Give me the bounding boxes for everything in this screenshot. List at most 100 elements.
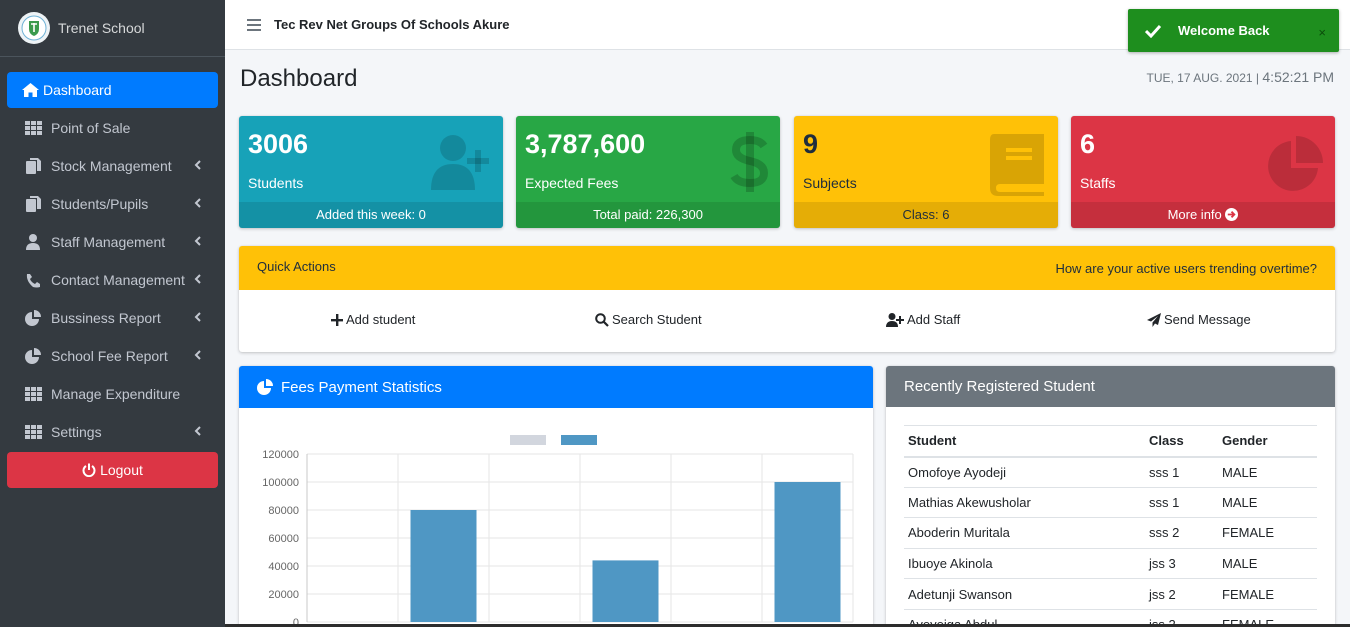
add-student-button[interactable]: Add student (331, 312, 415, 327)
bar (592, 560, 659, 622)
sidebar-item-contact-management[interactable]: Contact Management (7, 262, 218, 298)
chevron-left-icon (194, 160, 201, 170)
column-header-gender[interactable]: Gender (1218, 425, 1317, 458)
bar (774, 482, 841, 622)
subjects-stat-box: 9 Subjects Class: 6 (794, 116, 1058, 228)
sidebar-item-label: Staff Management (51, 234, 166, 250)
chevron-left-icon (194, 426, 201, 436)
sidebar-nav: Dashboard Point of Sale Stock Management… (0, 57, 225, 488)
logout-button[interactable]: Logout (7, 452, 218, 488)
sidebar-item-students[interactable]: Students/Pupils (7, 186, 218, 222)
add-staff-button[interactable]: Add Staff (886, 312, 960, 327)
student-name: Aboderin Muritala (904, 517, 1145, 549)
sidebar-item-label: Stock Management (51, 158, 172, 174)
column-header-student[interactable]: Student (904, 425, 1145, 458)
table-row[interactable]: Mathias Akewusholar sss 1 MALE (904, 487, 1317, 519)
home-icon (21, 82, 39, 98)
chevron-left-icon (194, 274, 201, 284)
school-logo-icon (18, 12, 50, 44)
y-tick-label: 120000 (262, 449, 299, 461)
fees-card-header: Fees Payment Statistics (239, 366, 873, 408)
add-student-label: Add student (346, 312, 416, 327)
student-name: Mathias Akewusholar (904, 487, 1145, 519)
chevron-left-icon (194, 236, 201, 246)
staffs-label: Staffs (1080, 175, 1116, 191)
y-tick-label: 40000 (268, 561, 299, 573)
fees-card-title: Fees Payment Statistics (281, 378, 442, 396)
student-class: sss 1 (1145, 456, 1218, 488)
table-row[interactable]: Omofoye Ayodeji sss 1 MALE (904, 456, 1317, 488)
y-tick-label: 80000 (268, 505, 299, 517)
sidebar-item-label: Dashboard (43, 82, 112, 98)
students-label: Students (248, 175, 304, 191)
column-header-class[interactable]: Class (1145, 425, 1218, 458)
table-row[interactable]: Ibuoye Akinola jss 3 MALE (904, 548, 1317, 580)
book-icon (988, 134, 1044, 201)
sidebar-item-manage-expenditure[interactable]: Manage Expenditure (7, 376, 218, 412)
fees-stat-box: 3,787,600 Expected Fees Total paid: 226,… (516, 116, 780, 228)
quick-actions-card: Quick Actions How are your active users … (239, 246, 1335, 352)
logout-label: Logout (100, 462, 143, 478)
page-title: Dashboard (240, 65, 358, 92)
staffs-footer[interactable]: More info (1071, 202, 1335, 228)
search-student-label: Search Student (612, 312, 702, 327)
copy-icon (24, 158, 42, 174)
recent-students-card: Recently Registered Student Student Clas… (886, 366, 1335, 627)
y-tick-label: 20000 (268, 589, 299, 601)
send-message-button[interactable]: Send Message (1147, 312, 1251, 327)
menu-toggle-icon[interactable] (247, 18, 261, 31)
students-footer[interactable]: Added this week: 0 (239, 202, 503, 228)
current-time: 4:52:21 PM (1262, 69, 1334, 85)
quick-actions-buttons: Add student Search Student Add Staff Sen… (239, 290, 1335, 352)
student-gender: MALE (1218, 456, 1317, 488)
expected-fees-value: 3,787,600 (525, 129, 646, 159)
more-info-link[interactable]: More info (1168, 207, 1222, 222)
pie-chart-icon (24, 348, 42, 364)
sidebar-item-point-of-sale[interactable]: Point of Sale (7, 110, 218, 146)
sidebar-item-dashboard[interactable]: Dashboard (7, 72, 218, 108)
user-plus-icon (431, 134, 491, 195)
recent-students-title: Recently Registered Student (904, 378, 1095, 395)
datetime: TUE, 17 AUG. 2021 | 4:52:21 PM (1147, 69, 1334, 85)
grid-icon (24, 120, 42, 136)
quick-actions-header: Quick Actions How are your active users … (239, 246, 1335, 290)
datetime-separator: | (1255, 71, 1260, 85)
subjects-label: Subjects (803, 175, 857, 191)
student-class: jss 3 (1145, 548, 1218, 580)
sidebar-item-stock-management[interactable]: Stock Management (7, 148, 218, 184)
search-icon (595, 312, 609, 327)
table-row[interactable]: Adetunji Swanson jss 2 FEMALE (904, 578, 1317, 610)
subjects-count: 9 (803, 129, 819, 159)
quick-actions-trend-text: How are your active users trending overt… (1055, 260, 1317, 276)
fees-footer[interactable]: Total paid: 226,300 (516, 202, 780, 228)
expected-fees-label: Expected Fees (525, 175, 619, 191)
brand[interactable]: Trenet School (0, 0, 225, 57)
dollar-icon (730, 130, 770, 199)
welcome-toast[interactable]: Welcome Back × (1128, 9, 1339, 52)
bar (410, 510, 477, 622)
sidebar-item-settings[interactable]: Settings (7, 414, 218, 450)
sidebar-item-school-fee-report[interactable]: School Fee Report (7, 338, 218, 374)
subjects-footer[interactable]: Class: 6 (794, 202, 1058, 228)
user-icon (24, 234, 42, 250)
copy-icon (24, 196, 42, 212)
quick-actions-title: Quick Actions (257, 258, 336, 274)
student-class: sss 2 (1145, 517, 1218, 549)
sidebar-item-staff-management[interactable]: Staff Management (7, 224, 218, 260)
grid-icon (24, 386, 42, 402)
table-header-row: Student Class Gender (904, 425, 1317, 458)
toast-message: Welcome Back (1178, 23, 1270, 38)
table-row[interactable]: Aboderin Muritala sss 2 FEMALE (904, 517, 1317, 549)
phone-icon (24, 272, 42, 288)
user-plus-icon (886, 312, 904, 327)
toast-close-button[interactable]: × (1318, 25, 1326, 40)
sidebar-item-label: Settings (51, 424, 102, 440)
sidebar-item-label: Contact Management (51, 272, 185, 288)
plus-icon (331, 313, 343, 326)
student-name: Ibuoye Akinola (904, 548, 1145, 580)
staffs-stat-box: 6 Staffs More info (1071, 116, 1335, 228)
student-gender: FEMALE (1218, 578, 1317, 610)
sidebar-item-business-report[interactable]: Bussiness Report (7, 300, 218, 336)
search-student-button[interactable]: Search Student (595, 312, 702, 327)
school-name: Tec Rev Net Groups Of Schools Akure (274, 17, 510, 32)
